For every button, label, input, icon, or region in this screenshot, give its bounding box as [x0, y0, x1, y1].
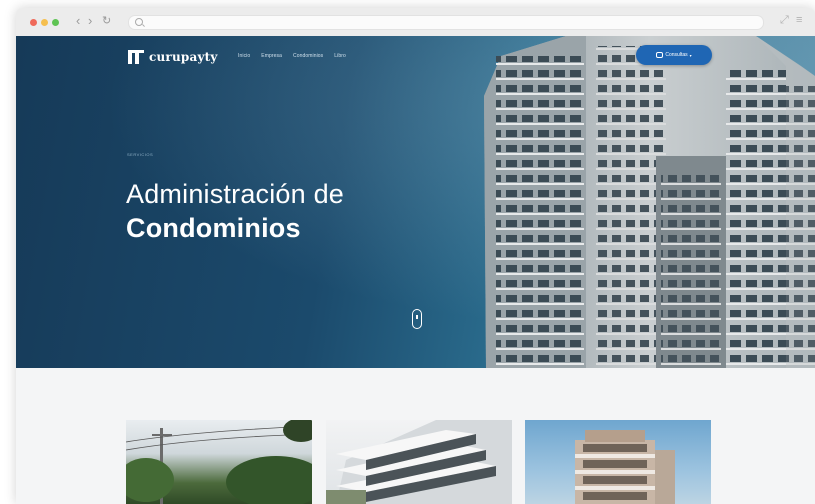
scroll-down-icon[interactable]: [412, 309, 422, 329]
main-nav: Inicio Empresa Condominios Libro: [238, 53, 346, 59]
close-window-icon[interactable]: [30, 19, 37, 26]
building-photo: [484, 36, 815, 368]
card-image-tower[interactable]: [525, 420, 711, 504]
card-image-modern-building[interactable]: [326, 420, 512, 504]
browser-toolbar: ‹ › ↻ ⤢ ≡: [16, 8, 815, 37]
menu-icon[interactable]: ≡: [796, 14, 802, 26]
modern-building-photo: [326, 420, 512, 504]
tower-photo: [575, 430, 675, 504]
hero-title-line1: Administración de: [126, 179, 345, 209]
address-bar[interactable]: [128, 15, 764, 30]
nav-item-libro[interactable]: Libro: [334, 53, 346, 59]
minimize-window-icon[interactable]: [41, 19, 48, 26]
nav-item-empresa[interactable]: Empresa: [261, 53, 282, 59]
nav-item-inicio[interactable]: Inicio: [238, 53, 250, 59]
brand-logo[interactable]: curupayty: [128, 50, 218, 64]
consultas-label: Consultas: [665, 52, 688, 58]
reload-icon[interactable]: ↻: [102, 13, 111, 29]
maximize-window-icon[interactable]: [52, 19, 59, 26]
card-image-street[interactable]: [126, 420, 312, 504]
brand-name: curupayty: [149, 50, 218, 64]
expand-icon[interactable]: ⤢: [780, 14, 789, 27]
consultas-button[interactable]: Consultas ▾: [636, 45, 712, 65]
caret-down-icon: ▾: [689, 52, 692, 58]
logo-mark-icon: [128, 50, 144, 64]
hero-eyebrow: SERVICIOS: [127, 152, 154, 157]
hero-section: curupayty Inicio Empresa Condominios Lib…: [16, 36, 815, 368]
street-photo: [126, 420, 312, 504]
forward-icon[interactable]: ›: [88, 13, 92, 29]
nav-item-condominios[interactable]: Condominios: [293, 53, 323, 59]
browser-window: ‹ › ↻ ⤢ ≡ curupayty Inicio Empresa Condo…: [16, 8, 815, 504]
hero-title-line2: Condominios: [126, 213, 301, 243]
back-icon[interactable]: ‹: [76, 13, 80, 29]
card-row: [16, 420, 815, 504]
chat-icon: [656, 52, 664, 58]
search-icon: [135, 18, 143, 26]
